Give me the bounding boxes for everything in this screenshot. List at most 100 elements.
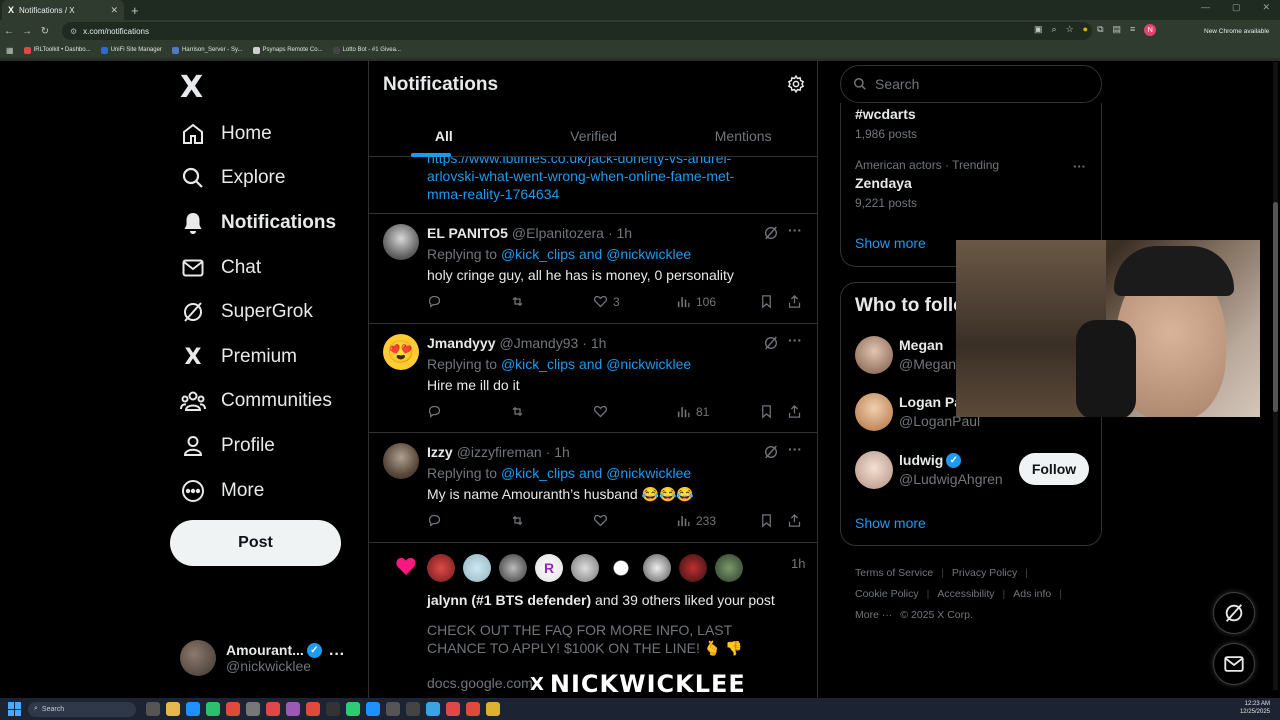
grok-icon[interactable] <box>763 444 779 460</box>
author-name[interactable]: Jmandyyy <box>427 335 495 351</box>
file-explorer-icon[interactable] <box>166 702 180 716</box>
article-link[interactable]: https://www.ibtimes.co.uk/jack-doherty-v… <box>427 149 767 203</box>
reply-tweet[interactable]: EL PANITO5 @Elpanitozera · 1h ··· Replyi… <box>369 214 817 324</box>
footer-link[interactable]: Cookie Policy <box>855 588 919 600</box>
bookmark-item[interactable]: UniFi Site Manager <box>100 46 162 54</box>
nav-item-chat[interactable]: Chat <box>180 250 261 286</box>
show-more-follow-link[interactable]: Show more <box>855 515 926 531</box>
grok-icon[interactable] <box>763 225 779 241</box>
taskbar-search[interactable]: ⌕ Search <box>28 701 136 717</box>
bookmark-item[interactable]: Lotto Bot - #1 Givea... <box>332 46 401 54</box>
tweet-time[interactable]: · 1h <box>582 335 606 351</box>
repost-button[interactable] <box>510 513 525 528</box>
taskbar-clock[interactable]: 12:23 AM 12/25/2025 <box>1240 700 1270 716</box>
liker-avatar[interactable] <box>607 554 635 582</box>
suggested-name[interactable]: ludwig ✓ <box>899 452 962 468</box>
x-logo[interactable]: X <box>180 70 203 105</box>
extension-icon[interactable]: ● <box>1083 24 1088 36</box>
bookmark-button[interactable] <box>759 294 774 309</box>
avatar[interactable] <box>383 224 419 260</box>
search-input[interactable] <box>875 76 1075 92</box>
post-button[interactable]: Post <box>170 520 341 566</box>
avatar[interactable] <box>855 393 893 431</box>
browser-tab[interactable]: X Notifications / X ✕ <box>2 0 124 20</box>
close-window-icon[interactable]: ✕ <box>1262 2 1270 13</box>
taskview-icon[interactable] <box>146 702 160 716</box>
avatar[interactable] <box>855 336 893 374</box>
suggested-user[interactable]: ludwig ✓ @LudwigAhgren Follow <box>855 451 1095 491</box>
share-button[interactable] <box>787 404 802 419</box>
site-info-icon[interactable]: ⚙ <box>70 27 77 36</box>
views-button[interactable]: 233 <box>676 513 716 528</box>
windows-start-icon[interactable] <box>8 702 22 716</box>
app-icon[interactable] <box>406 702 420 716</box>
replying-to-handles[interactable]: @kick_clips and @nickwicklee <box>501 356 691 372</box>
forward-icon[interactable]: → <box>18 26 36 37</box>
footer-link[interactable]: Privacy Policy <box>952 567 1017 579</box>
replying-to-handles[interactable]: @kick_clips and @nickwicklee <box>501 465 691 481</box>
replying-to-handles[interactable]: @kick_clips and @nickwicklee <box>501 246 691 262</box>
app-icon[interactable] <box>346 702 360 716</box>
chrome-icon[interactable] <box>306 702 320 716</box>
liker-avatar[interactable] <box>463 554 491 582</box>
trend-item[interactable]: #wcdarts 1,986 posts <box>855 103 917 141</box>
page-scrollbar[interactable] <box>1273 62 1278 690</box>
app-icon[interactable] <box>366 702 380 716</box>
minimize-icon[interactable]: — <box>1201 2 1210 13</box>
reply-tweet[interactable]: 😍 Jmandyyy @Jmandy93 · 1h ··· Replying t… <box>369 324 817 433</box>
avatar[interactable] <box>855 451 893 489</box>
account-menu-icon[interactable]: ··· <box>329 646 345 664</box>
bookmark-item[interactable]: IRLToolkit • Dashbo... <box>23 46 91 54</box>
liker-avatar[interactable] <box>643 554 671 582</box>
more-options-icon[interactable]: ··· <box>788 222 802 238</box>
repost-button[interactable] <box>510 294 525 309</box>
reply-button[interactable] <box>427 294 442 309</box>
bookmark-item[interactable]: Harrison_Server - Sy... <box>171 46 243 54</box>
more-options-icon[interactable]: ··· <box>788 332 802 348</box>
liker-avatar[interactable]: R <box>535 554 563 582</box>
obs-icon[interactable] <box>386 702 400 716</box>
views-button[interactable]: 81 <box>676 404 709 419</box>
app-icon[interactable] <box>486 702 500 716</box>
nav-item-notifications[interactable]: Notifications <box>180 205 336 241</box>
app-icon[interactable] <box>426 702 440 716</box>
zoom-icon[interactable]: ⌕ <box>1052 24 1057 36</box>
menu-lines-icon[interactable]: ≡ <box>1130 24 1135 36</box>
chrome-icon[interactable] <box>466 702 480 716</box>
avatar[interactable]: 😍 <box>383 334 419 370</box>
like-button[interactable] <box>593 513 613 528</box>
trend-more-icon[interactable]: ··· <box>1073 159 1086 174</box>
author-handle[interactable]: @Jmandy93 <box>499 335 578 351</box>
sidepanel-icon[interactable]: ▤ <box>1113 24 1122 36</box>
liker-avatar[interactable] <box>499 554 527 582</box>
avatar[interactable] <box>383 443 419 479</box>
grok-icon[interactable] <box>763 335 779 351</box>
show-more-trends-link[interactable]: Show more <box>855 235 926 251</box>
footer-link[interactable]: Terms of Service <box>855 567 933 579</box>
views-button[interactable]: 106 <box>676 294 716 309</box>
chrome-icon[interactable] <box>226 702 240 716</box>
install-icon[interactable]: ▣ <box>1034 24 1043 36</box>
new-tab-icon[interactable]: + <box>131 3 139 18</box>
liker-avatar[interactable] <box>679 554 707 582</box>
liker-avatar[interactable] <box>427 554 455 582</box>
search-box[interactable] <box>840 65 1102 103</box>
footer-link[interactable]: More ··· <box>855 609 892 621</box>
maximize-icon[interactable]: ▢ <box>1232 2 1241 13</box>
author-name[interactable]: Izzy <box>427 444 453 460</box>
footer-link[interactable]: Accessibility <box>937 588 994 600</box>
edge-icon[interactable] <box>186 702 200 716</box>
share-button[interactable] <box>787 513 802 528</box>
bookmark-button[interactable] <box>759 513 774 528</box>
suggested-name[interactable]: Megan <box>899 337 943 353</box>
bookmark-item[interactable]: Psynaps Remote Co... <box>252 46 323 54</box>
app-icon[interactable] <box>326 702 340 716</box>
scrollbar-thumb[interactable] <box>1273 202 1278 412</box>
nav-item-communities[interactable]: Communities <box>180 383 332 419</box>
reply-button[interactable] <box>427 404 442 419</box>
puzzle-icon[interactable]: ⧉ <box>1097 24 1103 36</box>
tab-verified[interactable]: Verified <box>519 114 669 157</box>
footer-link[interactable]: Ads info <box>1013 588 1051 600</box>
nav-item-profile[interactable]: Profile <box>180 428 275 464</box>
bookmark-star-icon[interactable]: ☆ <box>1066 24 1074 36</box>
